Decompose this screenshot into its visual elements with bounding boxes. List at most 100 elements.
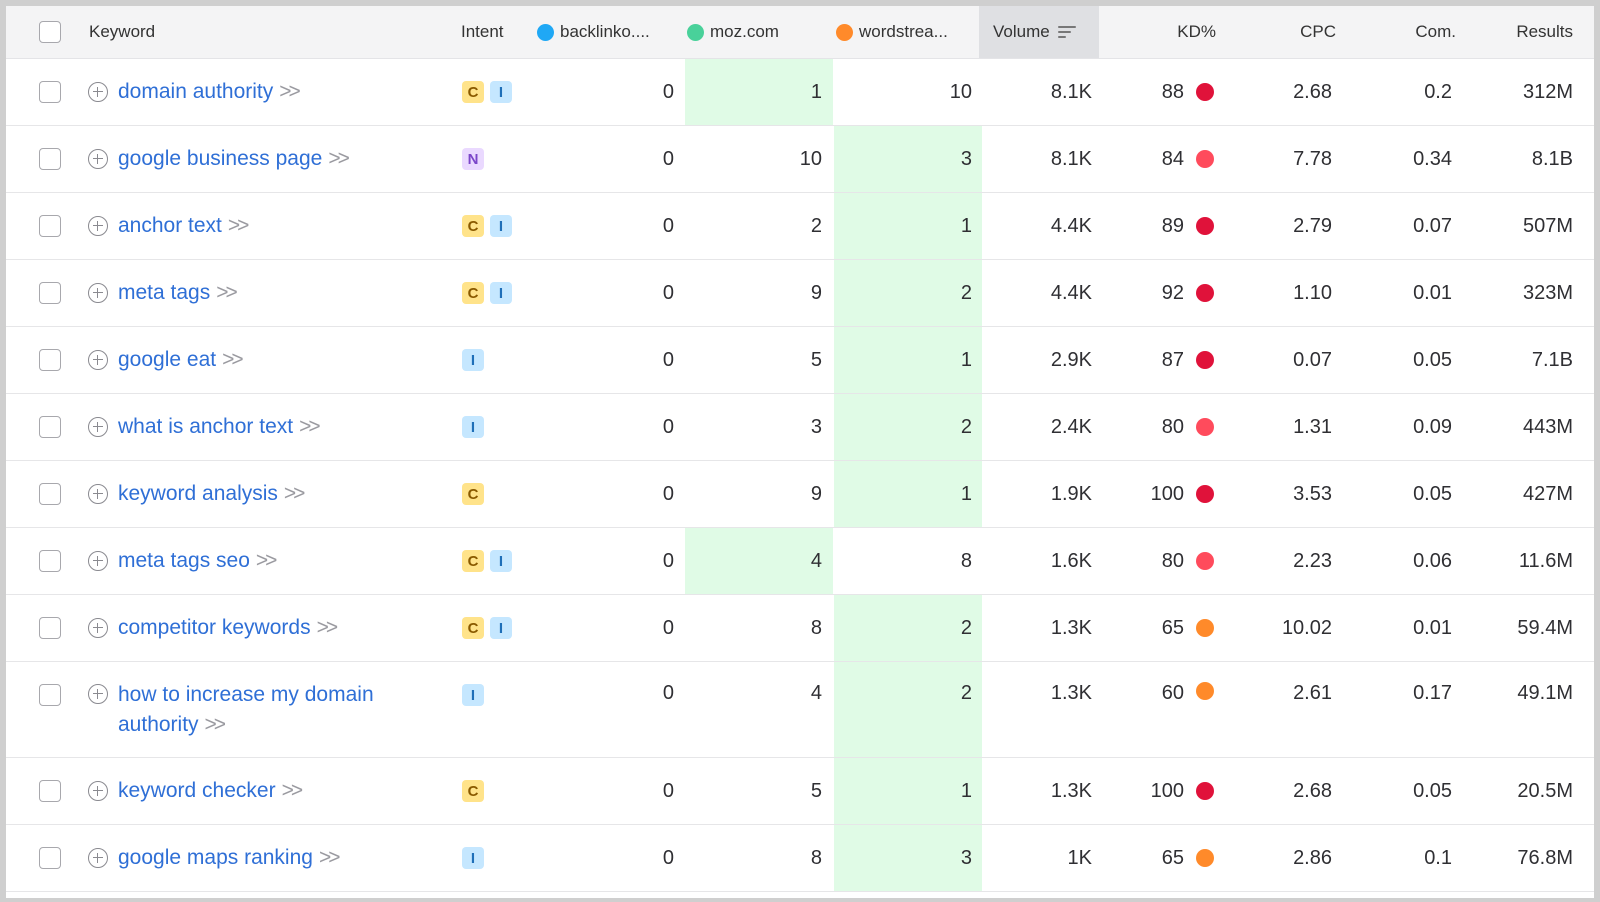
chevron-double-right-icon[interactable]: >>	[222, 348, 243, 372]
table-row[interactable]: google maps ranking >> I 0 8 3 1K 65 2.86 0.1 76.8…	[6, 825, 1594, 892]
keyword-link[interactable]: what is anchor text	[118, 412, 293, 442]
row-checkbox[interactable]	[39, 780, 61, 802]
table-row[interactable]: keyword analysis >> C 0 9 1 1.9K 100 3.53 0.05 427…	[6, 461, 1594, 528]
kd-text: 80	[1161, 415, 1184, 438]
chevron-double-right-icon[interactable]: >>	[284, 482, 305, 506]
keyword-link-line[interactable]: authority	[118, 710, 199, 740]
keyword-link[interactable]: keyword checker	[118, 776, 276, 806]
table-row[interactable]: anchor text >> C I 0 2 1 4.4K 89 2.79 0.07 507M	[6, 193, 1594, 260]
chevron-double-right-icon[interactable]: >>	[319, 846, 340, 870]
table-row[interactable]: keyword checker >> C 0 5 1 1.3K 100 2.68 0.05 20.5…	[6, 758, 1594, 825]
header-site-moz[interactable]: moz.com	[687, 6, 817, 58]
header-kd[interactable]: KD%	[1106, 6, 1216, 58]
table-row[interactable]: meta tags seo >> C I 0 4 8 1.6K 80 2.23 0.06 11.6M	[6, 528, 1594, 595]
kd-text: 100	[1150, 482, 1184, 505]
row-checkbox[interactable]	[39, 483, 61, 505]
keyword-link[interactable]: google eat	[118, 345, 216, 375]
row-checkbox[interactable]	[39, 416, 61, 438]
keyword-link[interactable]: meta tags seo	[118, 546, 250, 576]
intent-badge-c: C	[462, 215, 484, 237]
keyword-link[interactable]: meta tags	[118, 278, 210, 308]
chevron-double-right-icon[interactable]: >>	[256, 549, 277, 573]
table-row[interactable]: competitor keywords >> C I 0 8 2 1.3K 65 10.02 0.0…	[6, 595, 1594, 662]
intent-badge-i: I	[462, 847, 484, 869]
cpc-text: 2.61	[1293, 682, 1332, 704]
chevron-double-right-icon[interactable]: >>	[216, 281, 237, 305]
header-results[interactable]: Results	[1466, 6, 1573, 58]
com-value: 0.09	[1356, 394, 1452, 460]
keyword-link-line[interactable]: how to increase my domain	[118, 680, 374, 710]
volume-text: 1.3K	[1050, 616, 1092, 639]
com-text: 0.05	[1413, 348, 1452, 371]
add-keyword-icon[interactable]	[88, 82, 108, 102]
position-value: 8	[810, 616, 822, 639]
add-keyword-icon[interactable]	[88, 551, 108, 571]
table-row[interactable]: domain authority >> C I 0 1 10 8.1K 88 2.68 0.2 312…	[6, 59, 1594, 126]
volume-text: 4.4K	[1050, 281, 1092, 304]
chevron-double-right-icon[interactable]: >>	[228, 214, 249, 238]
results-value: 427M	[1466, 461, 1573, 527]
kd-value: 100	[1106, 461, 1214, 527]
intent-badge-i: I	[462, 684, 484, 706]
row-checkbox[interactable]	[39, 81, 61, 103]
table-row[interactable]: meta tags >> C I 0 9 2 4.4K 92 1.10 0.01 323M	[6, 260, 1594, 327]
row-checkbox[interactable]	[39, 282, 61, 304]
site-dot-icon	[537, 23, 554, 41]
position-value: 9	[810, 281, 822, 304]
keyword-link[interactable]: google maps ranking	[118, 843, 313, 873]
table-row[interactable]: google business page >> N 0 10 3 8.1K 84 7.78 0.3…	[6, 126, 1594, 193]
chevron-double-right-icon[interactable]: >>	[282, 779, 303, 803]
row-checkbox[interactable]	[39, 349, 61, 371]
row-checkbox-cell	[39, 126, 63, 192]
keyword-link[interactable]: keyword analysis	[118, 479, 278, 509]
row-checkbox[interactable]	[39, 550, 61, 572]
add-keyword-icon[interactable]	[88, 283, 108, 303]
header-intent[interactable]: Intent	[461, 6, 531, 58]
chevron-double-right-icon[interactable]: >>	[279, 80, 300, 104]
chevron-double-right-icon[interactable]: >>	[205, 713, 226, 737]
moz-position: 8	[685, 825, 833, 891]
row-checkbox[interactable]	[39, 215, 61, 237]
add-keyword-icon[interactable]	[88, 781, 108, 801]
row-checkbox[interactable]	[39, 617, 61, 639]
chevron-double-right-icon[interactable]: >>	[299, 415, 320, 439]
select-all-checkbox[interactable]	[39, 21, 61, 43]
intent-badge-i: I	[490, 215, 512, 237]
volume-value: 8.1K	[986, 126, 1092, 192]
position-value: 0	[662, 482, 674, 505]
header-intent-label: Intent	[461, 22, 504, 41]
add-keyword-icon[interactable]	[88, 484, 108, 504]
chevron-double-right-icon[interactable]: >>	[317, 616, 338, 640]
volume-text: 1K	[1067, 846, 1092, 869]
table-row[interactable]: google eat >> I 0 5 1 2.9K 87 0.07 0.05 7.1B	[6, 327, 1594, 394]
add-keyword-icon[interactable]	[88, 350, 108, 370]
row-checkbox[interactable]	[39, 847, 61, 869]
cpc-text: 2.79	[1293, 214, 1332, 237]
header-com[interactable]: Com.	[1356, 6, 1456, 58]
header-keyword[interactable]: Keyword	[89, 6, 289, 58]
header-site-backlinko[interactable]: backlinko....	[537, 6, 677, 58]
table-row[interactable]: what is anchor text >> I 0 3 2 2.4K 80 1.31 0.09 4…	[6, 394, 1594, 461]
intent-badge-i: I	[462, 349, 484, 371]
volume-value: 2.4K	[986, 394, 1092, 460]
keyword-link[interactable]: anchor text	[118, 211, 222, 241]
add-keyword-icon[interactable]	[88, 848, 108, 868]
position-value: 3	[960, 147, 972, 170]
keyword-link[interactable]: competitor keywords	[118, 613, 311, 643]
row-checkbox[interactable]	[39, 684, 61, 706]
add-keyword-icon[interactable]	[88, 684, 108, 704]
kd-text: 87	[1161, 348, 1184, 371]
keyword-link[interactable]: domain authority	[118, 77, 273, 107]
add-keyword-icon[interactable]	[88, 417, 108, 437]
add-keyword-icon[interactable]	[88, 618, 108, 638]
table-row[interactable]: how to increase my domain authority >> I 0 4 2…	[6, 662, 1594, 758]
chevron-double-right-icon[interactable]: >>	[328, 147, 349, 171]
keyword-link[interactable]: google business page	[118, 144, 322, 174]
header-volume[interactable]: Volume	[979, 6, 1099, 58]
header-cpc[interactable]: CPC	[1236, 6, 1336, 58]
header-site-wordstream[interactable]: wordstrea...	[836, 6, 976, 58]
add-keyword-icon[interactable]	[88, 149, 108, 169]
row-checkbox[interactable]	[39, 148, 61, 170]
backlinko-position: 0	[546, 758, 674, 824]
add-keyword-icon[interactable]	[88, 216, 108, 236]
